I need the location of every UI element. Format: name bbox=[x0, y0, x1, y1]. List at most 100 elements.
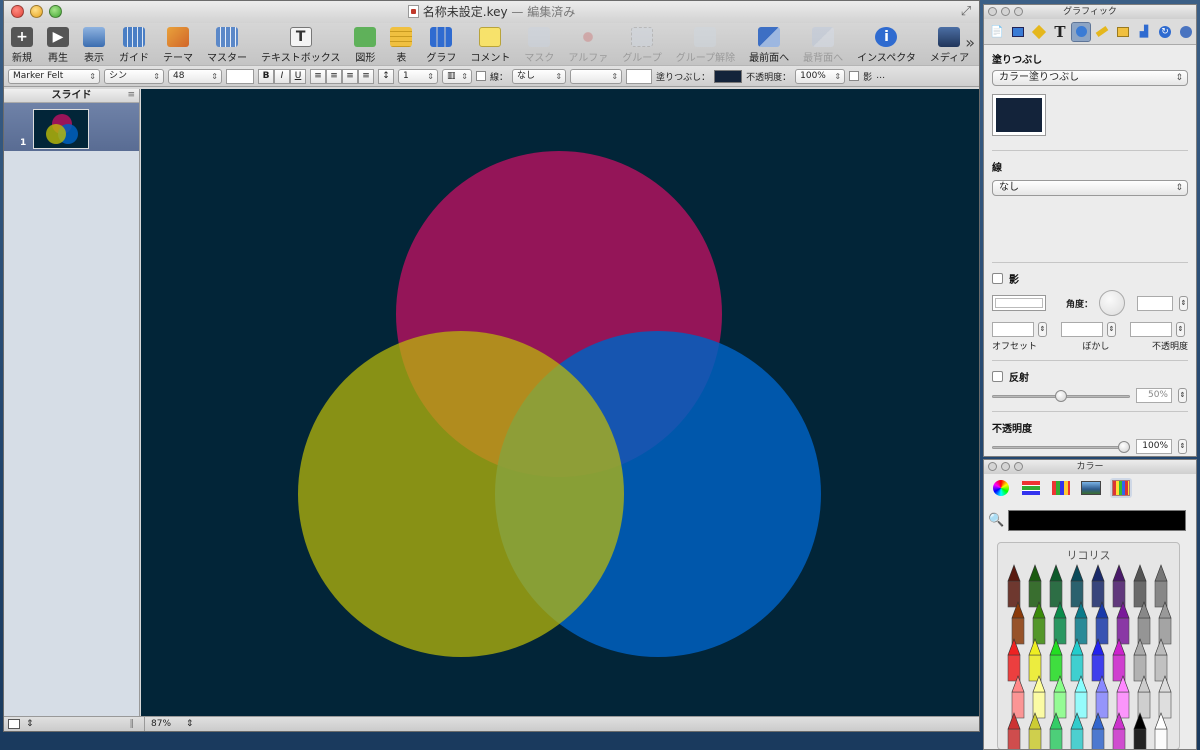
line-spacing-select[interactable]: 1 bbox=[398, 68, 438, 84]
shadow-offset-stepper[interactable]: ⇕ bbox=[1038, 322, 1047, 337]
toolbar-send-back-button[interactable]: 最背面へ bbox=[796, 27, 850, 64]
shadow-offset-field[interactable] bbox=[992, 322, 1034, 337]
colors-close-button[interactable] bbox=[988, 462, 997, 471]
current-color-swatch[interactable] bbox=[1008, 510, 1187, 531]
stroke-type-select[interactable]: なし bbox=[992, 180, 1188, 196]
colors-min-button[interactable] bbox=[1001, 462, 1010, 471]
inspector-min-button[interactable] bbox=[1001, 7, 1010, 16]
graphic-inspector-icon[interactable] bbox=[1071, 21, 1091, 42]
metrics-inspector-icon[interactable] bbox=[1093, 23, 1111, 41]
italic-button[interactable]: I bbox=[274, 68, 290, 84]
title-bar[interactable]: 名称未設定.key — 編集済み ⤢ bbox=[4, 1, 979, 23]
shadow-opacity-field[interactable] bbox=[1130, 322, 1172, 337]
text-color-well[interactable] bbox=[226, 68, 254, 84]
slide-thumbnail[interactable] bbox=[33, 109, 89, 149]
quicktime-inspector-icon[interactable] bbox=[1177, 23, 1195, 41]
align-right-icon[interactable]: ≡ bbox=[342, 68, 358, 84]
color-wheel-tab-icon[interactable] bbox=[990, 478, 1012, 498]
opacity-select[interactable]: 100% bbox=[795, 68, 846, 84]
slide-thumbnail-item[interactable]: 1 bbox=[4, 103, 139, 151]
opacity-value-field[interactable]: 100% bbox=[1136, 439, 1172, 454]
fullscreen-icon[interactable]: ⤢ bbox=[959, 5, 973, 19]
image-palettes-tab-icon[interactable] bbox=[1080, 478, 1102, 498]
reflection-value-field[interactable]: 50% bbox=[1136, 388, 1172, 403]
toolbar-textbox-button[interactable]: T テキストボックス bbox=[254, 27, 347, 64]
opacity-slider[interactable] bbox=[992, 440, 1130, 453]
slide-canvas[interactable] bbox=[141, 89, 979, 716]
yellow-circle[interactable] bbox=[298, 331, 624, 657]
opacity-stepper[interactable]: ⇕ bbox=[1178, 439, 1187, 454]
crayons-tab-icon[interactable] bbox=[1110, 478, 1132, 498]
opacity-slider-knob[interactable] bbox=[1118, 440, 1130, 453]
toolbar-alpha-button[interactable]: アルファ bbox=[561, 27, 615, 64]
toolbar-play-button[interactable]: ▶ 再生 bbox=[40, 27, 76, 64]
view-mode-icon[interactable] bbox=[8, 719, 20, 729]
shadow-angle-stepper[interactable]: ⇕ bbox=[1179, 295, 1189, 311]
toolbar-color-wheel-button[interactable]: カラー bbox=[976, 27, 979, 64]
reflection-slider[interactable] bbox=[992, 389, 1130, 402]
navigator-menu-icon[interactable]: ≡ bbox=[127, 89, 135, 102]
align-justify-icon[interactable]: ≡ bbox=[358, 68, 374, 84]
shadow-enable-checkbox[interactable] bbox=[992, 273, 1003, 284]
toolbar-ungroup-button[interactable]: グループ解除 bbox=[669, 27, 742, 64]
stroke-checkbox[interactable] bbox=[476, 71, 486, 81]
line-spacing-icon[interactable]: ↕ bbox=[378, 68, 394, 84]
hyperlink-inspector-icon[interactable]: ↻ bbox=[1156, 23, 1174, 41]
stroke-style-select[interactable]: なし bbox=[512, 68, 567, 84]
toolbar-chart-button[interactable]: グラフ bbox=[419, 27, 463, 64]
color-sliders-tab-icon[interactable] bbox=[1020, 478, 1042, 498]
crayon-grid[interactable] bbox=[1000, 563, 1178, 750]
zoom-select[interactable]: 87% ⇕ bbox=[144, 717, 199, 731]
text-inspector-icon[interactable]: T bbox=[1051, 23, 1069, 41]
colors-title-bar[interactable]: カラー bbox=[984, 460, 1196, 474]
fill-type-select[interactable]: カラー塗りつぶし bbox=[992, 70, 1188, 86]
toolbar-inspector-button[interactable]: i インスペクタ bbox=[850, 27, 923, 64]
reflection-checkbox[interactable] bbox=[992, 371, 1003, 382]
shadow-angle-dial[interactable] bbox=[1099, 290, 1126, 316]
font-size-select[interactable]: 48 bbox=[168, 68, 222, 84]
inspector-title-bar[interactable]: グラフィック bbox=[984, 5, 1196, 19]
reflection-stepper[interactable]: ⇕ bbox=[1178, 388, 1187, 403]
bold-button[interactable]: B bbox=[258, 68, 274, 84]
shadow-checkbox[interactable] bbox=[849, 71, 860, 81]
minimize-window-button[interactable] bbox=[30, 5, 43, 18]
fill-color-well[interactable] bbox=[714, 69, 743, 83]
inspector-zoom-button[interactable] bbox=[1014, 7, 1023, 16]
shadow-angle-field[interactable] bbox=[1137, 295, 1174, 311]
table-inspector-icon[interactable] bbox=[1114, 23, 1132, 41]
fill-color-well-container[interactable] bbox=[992, 94, 1046, 136]
colors-zoom-button[interactable] bbox=[1014, 462, 1023, 471]
close-window-button[interactable] bbox=[11, 5, 24, 18]
shadow-blur-stepper[interactable]: ⇕ bbox=[1107, 322, 1116, 337]
stroke-color-well[interactable] bbox=[626, 68, 653, 84]
columns-select[interactable]: ▥ bbox=[442, 68, 472, 84]
slide-inspector-icon[interactable] bbox=[1009, 23, 1027, 41]
toolbar-bring-front-button[interactable]: 最前面へ bbox=[742, 27, 796, 64]
shadow-color-well[interactable] bbox=[992, 295, 1046, 311]
stroke-width-select[interactable] bbox=[570, 68, 623, 84]
toolbar-group-button[interactable]: グループ bbox=[615, 27, 668, 64]
align-center-icon[interactable]: ≡ bbox=[326, 68, 342, 84]
sidebar-resize-handle[interactable]: ‖ bbox=[130, 719, 135, 729]
toolbar-comment-button[interactable]: コメント bbox=[463, 27, 517, 64]
toolbar-master-button[interactable]: マスター bbox=[200, 27, 254, 64]
toolbar-plus-button[interactable]: + 新規 bbox=[4, 27, 40, 64]
toolbar-theme-button[interactable]: テーマ bbox=[156, 27, 200, 64]
underline-button[interactable]: U bbox=[290, 68, 306, 84]
toolbar-guide-button[interactable]: ガイド bbox=[112, 27, 156, 64]
more-options-icon[interactable]: … bbox=[876, 71, 885, 81]
build-inspector-icon[interactable] bbox=[1030, 23, 1048, 41]
color-palettes-tab-icon[interactable] bbox=[1050, 478, 1072, 498]
toolbar-mask-button[interactable]: マスク bbox=[517, 27, 561, 64]
toolbar-view-button[interactable]: 表示 bbox=[76, 27, 112, 64]
magnifier-icon[interactable]: 🔍 bbox=[988, 513, 1004, 528]
zoom-window-button[interactable] bbox=[49, 5, 62, 18]
font-style-select[interactable]: シン bbox=[104, 68, 164, 84]
reflection-slider-knob[interactable] bbox=[1055, 389, 1067, 402]
shadow-blur-field[interactable] bbox=[1061, 322, 1103, 337]
align-left-icon[interactable]: ≡ bbox=[310, 68, 326, 84]
toolbar-table-button[interactable]: 表 bbox=[383, 27, 419, 64]
toolbar-shape-button[interactable]: 図形 bbox=[347, 27, 383, 64]
font-family-select[interactable]: Marker Felt bbox=[8, 68, 100, 84]
document-inspector-icon[interactable]: 📄 bbox=[988, 23, 1006, 41]
